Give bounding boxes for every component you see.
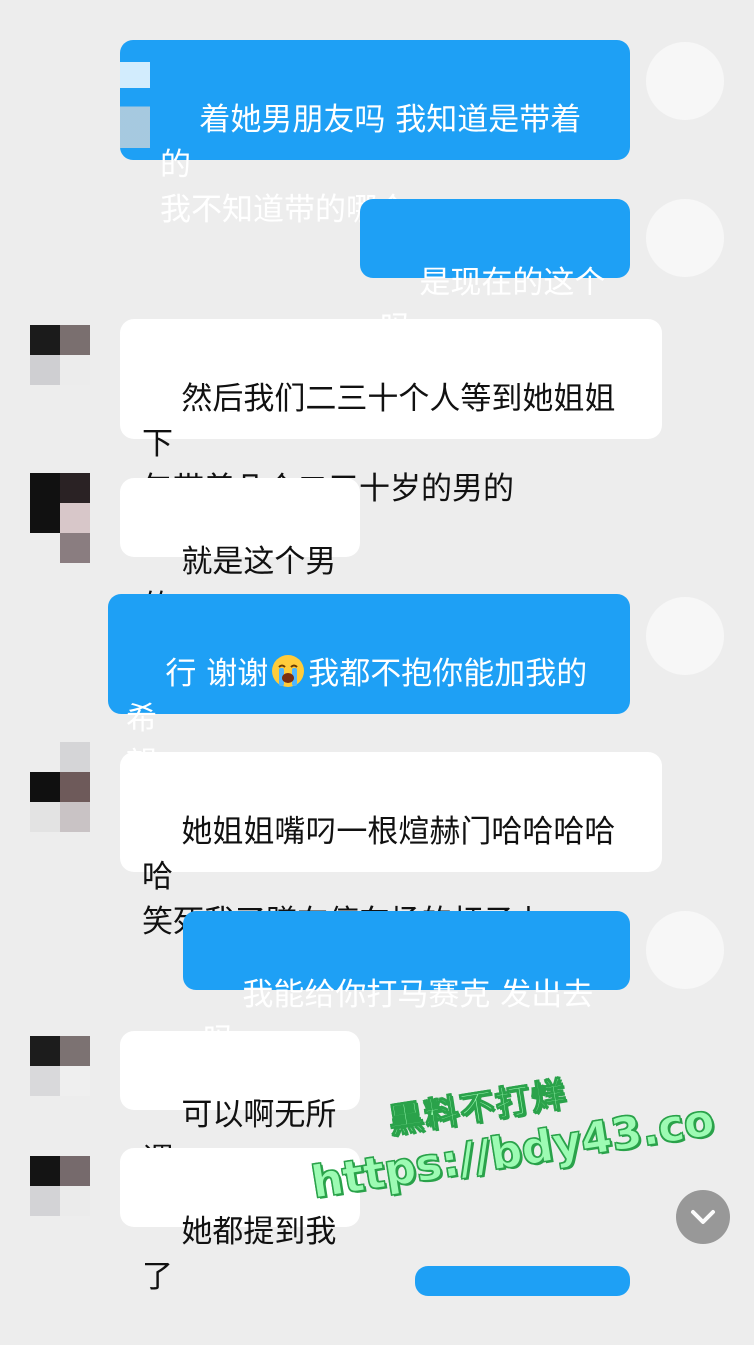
avatar[interactable] <box>646 199 724 277</box>
message-bubble-incoming[interactable]: 她都提到我了 <box>120 1148 360 1295</box>
message-bubble-outgoing[interactable]: 是现在的这个吗 <box>360 199 630 346</box>
message-bubble-outgoing[interactable] <box>415 1266 630 1296</box>
message-bubble-incoming[interactable]: 就是这个男的 <box>120 478 360 625</box>
scroll-down-button[interactable] <box>676 1190 730 1244</box>
message-bubble-outgoing[interactable]: 我能给你打马赛克 发出去吗 <box>183 911 630 1058</box>
message-bubble-incoming[interactable]: 然后我们二三十个人等到她姐姐下 午带着几个二三十岁的男的 <box>120 319 662 507</box>
watermark-text: 黑料不打烊 <box>386 1074 571 1143</box>
crying-face-icon <box>272 655 305 687</box>
message-text: 行 谢谢 <box>165 656 269 692</box>
watermark: 黑料不打烊 https://bdy43.co <box>300 1042 738 1256</box>
censored-pixelation <box>120 62 150 148</box>
message-text: 她都提到我了 <box>142 1214 337 1295</box>
avatar[interactable] <box>30 473 90 563</box>
chevron-down-icon <box>691 1210 715 1224</box>
avatar[interactable] <box>30 1036 90 1096</box>
message-bubble-outgoing[interactable]: 行 谢谢 我都不抱你能加我的希 望 <box>108 594 630 782</box>
message-bubble-outgoing[interactable]: 着她男朋友吗 我知道是带着的 我不知道带的哪个 <box>120 40 630 228</box>
avatar[interactable] <box>30 325 90 385</box>
watermark-url: https://bdy43.co <box>307 1094 718 1209</box>
avatar[interactable] <box>646 42 724 120</box>
avatar[interactable] <box>646 597 724 675</box>
avatar[interactable] <box>646 911 724 989</box>
avatar[interactable] <box>30 742 90 832</box>
message-bubble-incoming[interactable]: 她姐姐嘴叼一根煊赫门哈哈哈哈哈 笑死我了蹲在停车场的杆子上 <box>120 752 662 940</box>
avatar[interactable] <box>30 1156 90 1216</box>
message-bubble-incoming[interactable]: 可以啊无所谓 <box>120 1031 360 1178</box>
